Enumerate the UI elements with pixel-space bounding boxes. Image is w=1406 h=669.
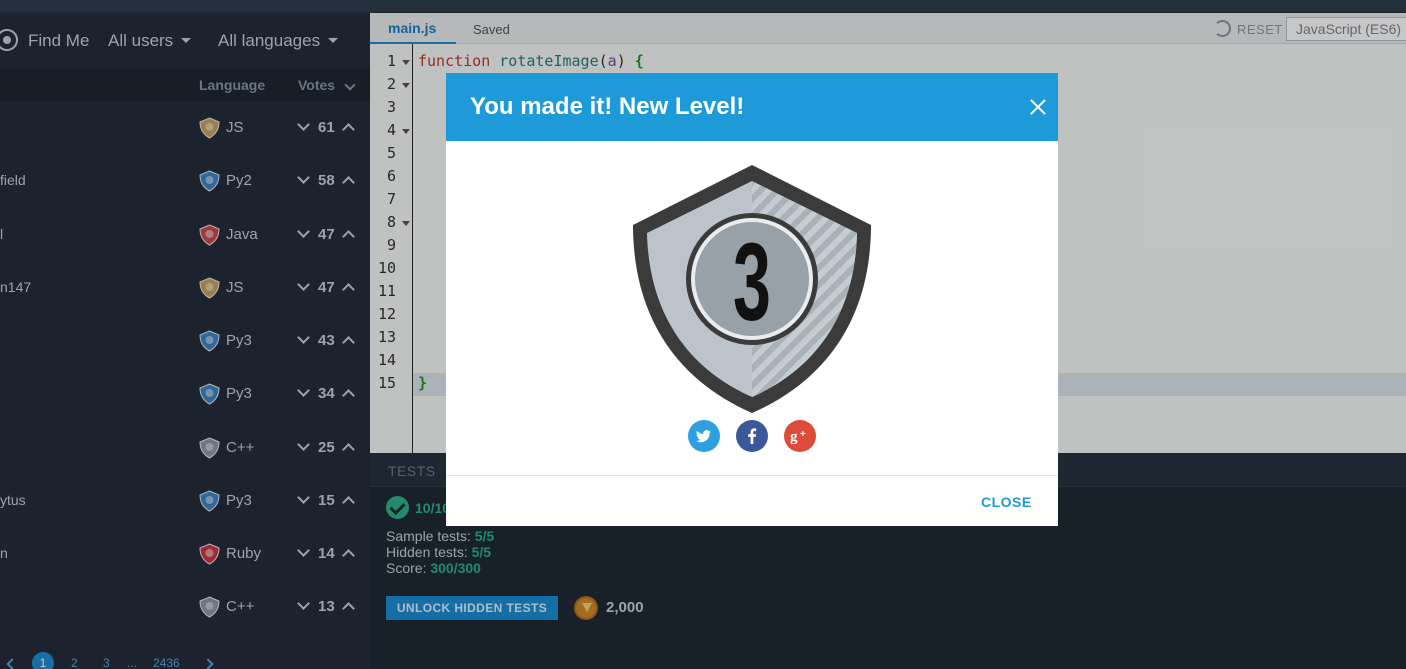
google-plus-share-button[interactable]: g +: [784, 420, 816, 452]
svg-text:g: g: [790, 429, 798, 445]
modal-title: You made it! New Level!: [470, 93, 745, 120]
twitter-share-button[interactable]: [688, 420, 720, 452]
google-plus-icon: g +: [784, 420, 816, 452]
modal-header: You made it! New Level!: [446, 73, 1058, 141]
close-button[interactable]: CLOSE: [981, 494, 1032, 510]
facebook-share-button[interactable]: [736, 420, 768, 452]
twitter-icon: [688, 420, 720, 452]
level-shield-badge: 3: [633, 165, 871, 413]
modal-footer: CLOSE: [446, 475, 1058, 526]
level-number: 3: [733, 221, 771, 344]
close-icon[interactable]: [1028, 97, 1048, 117]
facebook-icon: [736, 420, 768, 452]
level-up-modal: You made it! New Level! 3 g + CLOSE: [446, 73, 1058, 526]
svg-text:+: +: [800, 429, 806, 440]
